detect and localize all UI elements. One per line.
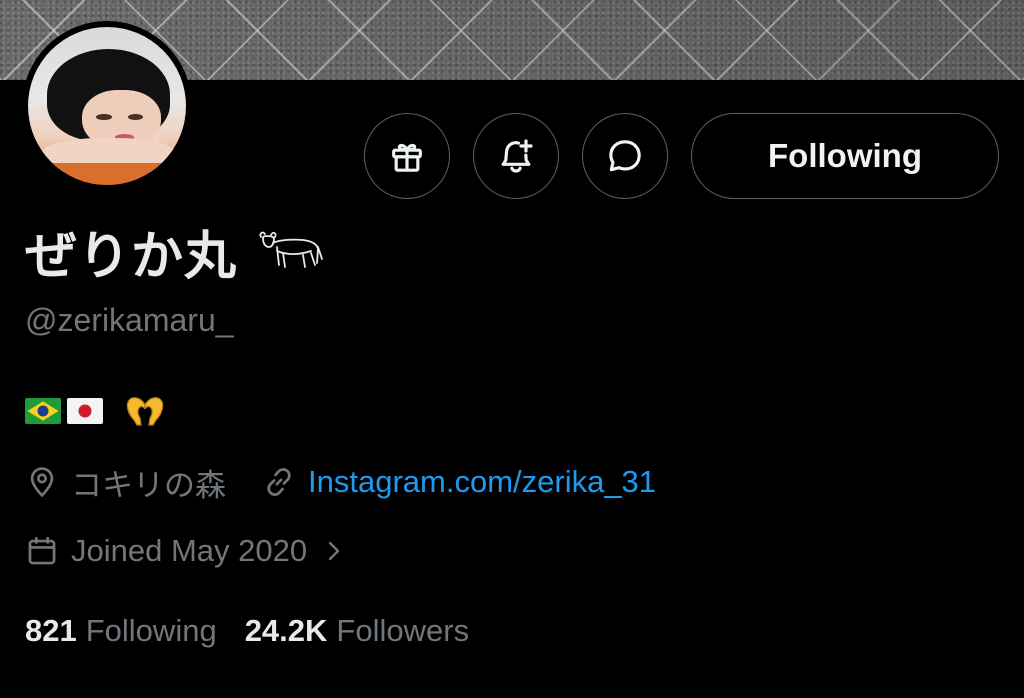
follow-stats: 821 Following 24.2K Followers: [25, 609, 469, 653]
japan-flag-icon: [67, 398, 103, 424]
bio: [25, 392, 167, 430]
message-icon: [609, 140, 641, 172]
message-button[interactable]: [582, 113, 668, 199]
display-name: ぜりか丸: [25, 227, 238, 286]
following-count: 821: [25, 613, 77, 648]
avatar[interactable]: [22, 21, 192, 191]
joined-date: Joined May 2020: [71, 533, 308, 568]
notifications-button[interactable]: [473, 113, 559, 199]
followers-count: 24.2K: [244, 613, 328, 648]
bell-plus-icon: [501, 139, 533, 173]
website-link[interactable]: Instagram.com/zerika_31: [308, 464, 656, 500]
ox-emoji: [259, 231, 323, 268]
joined-row[interactable]: Joined May 2020: [25, 529, 345, 573]
name-row: ぜりか丸: [25, 218, 325, 286]
chevron-right-icon: [328, 541, 340, 561]
heart-hands-icon: [126, 397, 164, 426]
profile-page: Following ぜりか丸 @zerikamaru_ コキリの森 Instag…: [0, 0, 1024, 698]
followers-stat[interactable]: 24.2K Followers: [245, 613, 469, 649]
brazil-flag-icon: [25, 398, 61, 424]
calendar-icon: [28, 536, 56, 565]
following-button[interactable]: Following: [691, 113, 999, 199]
avatar-image: [28, 27, 186, 185]
gift-icon: [392, 143, 422, 172]
profile-meta: コキリの森 Instagram.com/zerika_31: [25, 460, 656, 504]
following-label: Following: [85, 613, 217, 648]
followers-label: Followers: [336, 613, 470, 648]
gift-button[interactable]: [364, 113, 450, 199]
location-text: コキリの森: [71, 467, 226, 503]
following-stat[interactable]: 821 Following: [25, 613, 217, 649]
link-icon: [267, 468, 291, 496]
handle: @zerikamaru_: [25, 302, 234, 338]
location-pin-icon: [30, 467, 54, 497]
